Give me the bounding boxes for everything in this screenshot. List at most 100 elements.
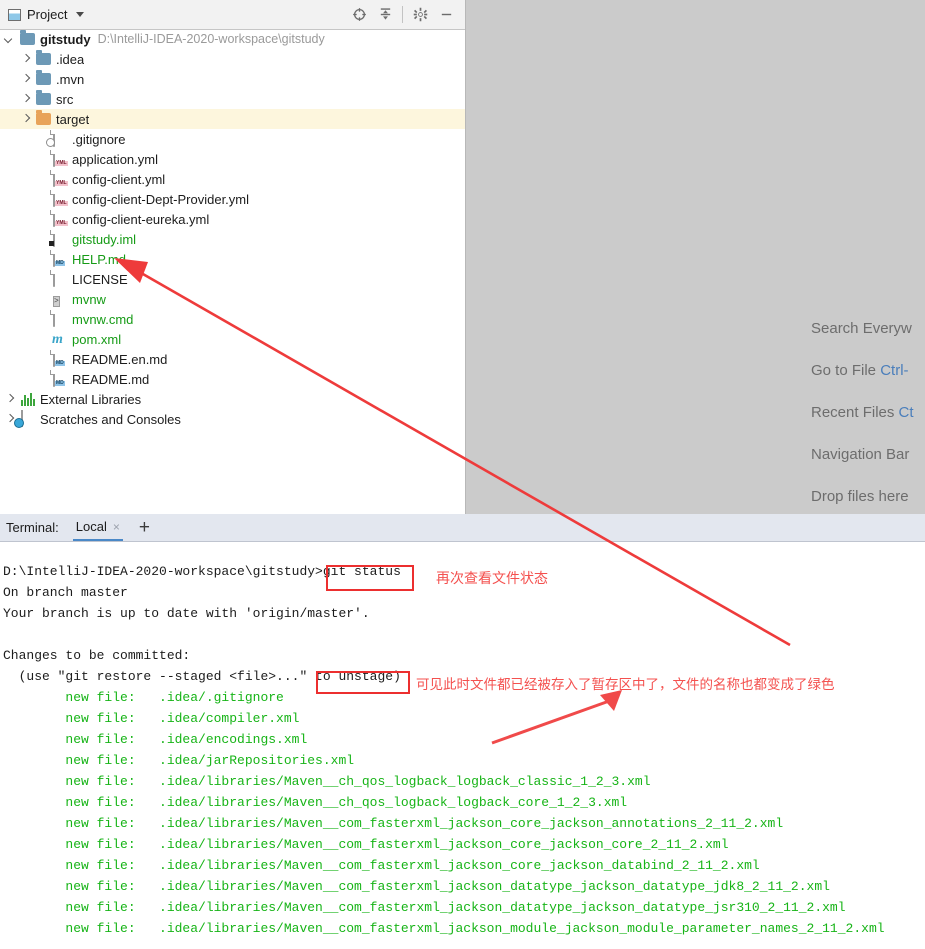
tree-row[interactable]: > mvnw: [0, 289, 465, 309]
terminal-line: new file: .idea/encodings.xml: [3, 732, 308, 747]
tree-row[interactable]: gitstudy.iml: [0, 229, 465, 249]
tree-item-label: gitstudy.iml: [72, 231, 137, 247]
tree-row[interactable]: MD README.en.md: [0, 349, 465, 369]
collapse-all-icon[interactable]: [372, 1, 398, 28]
editor-hint-action: Recent Files: [811, 404, 899, 421]
locate-icon[interactable]: [346, 1, 372, 28]
folder-orange-icon: [36, 110, 52, 127]
toolbar-divider: [402, 6, 403, 23]
md-file-icon: MD: [50, 370, 68, 387]
gitignore-file-icon: [46, 130, 68, 147]
tree-item-label: mvnw.cmd: [72, 311, 134, 327]
project-panel-title-group[interactable]: Project: [0, 7, 85, 22]
yml-file-icon: YML: [50, 210, 68, 227]
tree-root-path: D:\IntelliJ-IDEA-2020-workspace\gitstudy: [97, 32, 325, 46]
tree-row[interactable]: src: [0, 89, 465, 109]
chevron-down-icon[interactable]: [76, 12, 85, 17]
text-file-icon: [50, 310, 68, 327]
annotation-files-staged: 可见此时文件都已经被存入了暂存区中了，文件的名称也都变成了绿色: [416, 677, 835, 693]
text-file-icon: [50, 270, 68, 287]
yml-file-icon: YML: [50, 170, 68, 187]
editor-hint-action: Search Everyw: [811, 320, 912, 337]
tree-root-label: gitstudy: [40, 31, 91, 47]
folder-icon: [36, 90, 52, 107]
highlight-box-to-unstage: [316, 671, 410, 694]
tree-item-label: .idea: [56, 51, 85, 67]
tree-row[interactable]: .gitignore: [0, 129, 465, 149]
tree-row[interactable]: .idea: [0, 49, 465, 69]
tree-item-label: HELP.md: [72, 251, 126, 267]
md-file-icon: MD: [50, 250, 68, 267]
terminal-output[interactable]: D:\IntelliJ-IDEA-2020-workspace\gitstudy…: [0, 543, 925, 949]
terminal-line: new file: .idea/libraries/Maven__ch_qos_…: [3, 795, 628, 810]
editor-hint: Navigation Bar: [811, 446, 914, 463]
tree-rows-container: .idea .mvn src target .gitignore YML applicati…: [0, 49, 465, 429]
expand-arrow-icon[interactable]: [21, 75, 30, 84]
terminal-line: new file: .idea/libraries/Maven__com_fas…: [3, 879, 830, 894]
expand-arrow-icon[interactable]: [5, 395, 14, 404]
hide-icon[interactable]: [433, 1, 459, 28]
close-icon[interactable]: ×: [113, 520, 120, 534]
project-panel-toolbar: [346, 1, 465, 28]
terminal-line: new file: .idea/compiler.xml: [3, 711, 300, 726]
editor-hint-list: Search Everyw Go to File Ctrl- Recent File…: [811, 320, 914, 530]
tree-item-label: Scratches and Consoles: [40, 411, 181, 427]
folder-icon: [36, 50, 52, 67]
scratches-icon: [20, 410, 36, 427]
expand-arrow-icon[interactable]: [21, 95, 30, 104]
ide-window: Project gitstudy D:\IntelliJ-IDEA-2020-w…: [0, 0, 925, 949]
tree-item-label: config-client-Dept-Provider.yml: [72, 191, 250, 207]
editor-hint-shortcut: Ct: [898, 404, 914, 421]
editor-hint: Recent Files Ct: [811, 404, 914, 421]
project-tool-window: Project gitstudy D:\IntelliJ-IDEA-2020-w…: [0, 0, 466, 514]
project-tree[interactable]: gitstudy D:\IntelliJ-IDEA-2020-workspace…: [0, 29, 465, 514]
tree-item-label: README.en.md: [72, 351, 168, 367]
expand-arrow-icon[interactable]: [5, 35, 14, 44]
tree-row[interactable]: YML config-client-Dept-Provider.yml: [0, 189, 465, 209]
tree-row[interactable]: MD README.md: [0, 369, 465, 389]
terminal-label: Terminal:: [6, 520, 59, 535]
terminal-line: new file: .idea/jarRepositories.xml: [3, 753, 355, 768]
tree-item-label: External Libraries: [40, 391, 142, 407]
expand-arrow-icon[interactable]: [5, 415, 14, 424]
terminal-line: Your branch is up to date with 'origin/m…: [3, 606, 370, 621]
tree-row[interactable]: External Libraries: [0, 389, 465, 409]
terminal-line: new file: .idea/libraries/Maven__com_fas…: [3, 858, 760, 873]
tree-row[interactable]: target: [0, 109, 465, 129]
tree-row[interactable]: m pom.xml: [0, 329, 465, 349]
tree-row[interactable]: Scratches and Consoles: [0, 409, 465, 429]
tree-row[interactable]: .mvn: [0, 69, 465, 89]
tree-item-label: src: [56, 91, 74, 107]
tree-row-root[interactable]: gitstudy D:\IntelliJ-IDEA-2020-workspace…: [0, 29, 465, 49]
terminal-tab-local[interactable]: Local ×: [72, 514, 123, 541]
tree-row[interactable]: YML application.yml: [0, 149, 465, 169]
tree-row[interactable]: YML config-client-eureka.yml: [0, 209, 465, 229]
expand-arrow-icon[interactable]: [21, 55, 30, 64]
yml-file-icon: YML: [50, 190, 68, 207]
iml-file-icon: [49, 230, 68, 247]
yml-file-icon: YML: [50, 150, 68, 167]
tree-row[interactable]: MD HELP.md: [0, 249, 465, 269]
terminal-tab-label: Local: [75, 519, 107, 534]
script-file-icon: >: [53, 296, 60, 307]
settings-gear-icon[interactable]: [407, 1, 433, 28]
tree-row[interactable]: YML config-client.yml: [0, 169, 465, 189]
terminal-line: new file: .idea/libraries/Maven__com_fas…: [3, 921, 885, 936]
terminal-line: new file: .idea/libraries/Maven__com_fas…: [3, 837, 729, 852]
expand-arrow-icon[interactable]: [21, 115, 30, 124]
tree-row[interactable]: LICENSE: [0, 269, 465, 289]
folder-icon: [36, 70, 52, 87]
tree-item-label: config-client.yml: [72, 171, 166, 187]
tree-row[interactable]: mvnw.cmd: [0, 309, 465, 329]
highlight-box-git-status: [326, 565, 414, 591]
add-terminal-tab-button[interactable]: +: [139, 518, 150, 537]
